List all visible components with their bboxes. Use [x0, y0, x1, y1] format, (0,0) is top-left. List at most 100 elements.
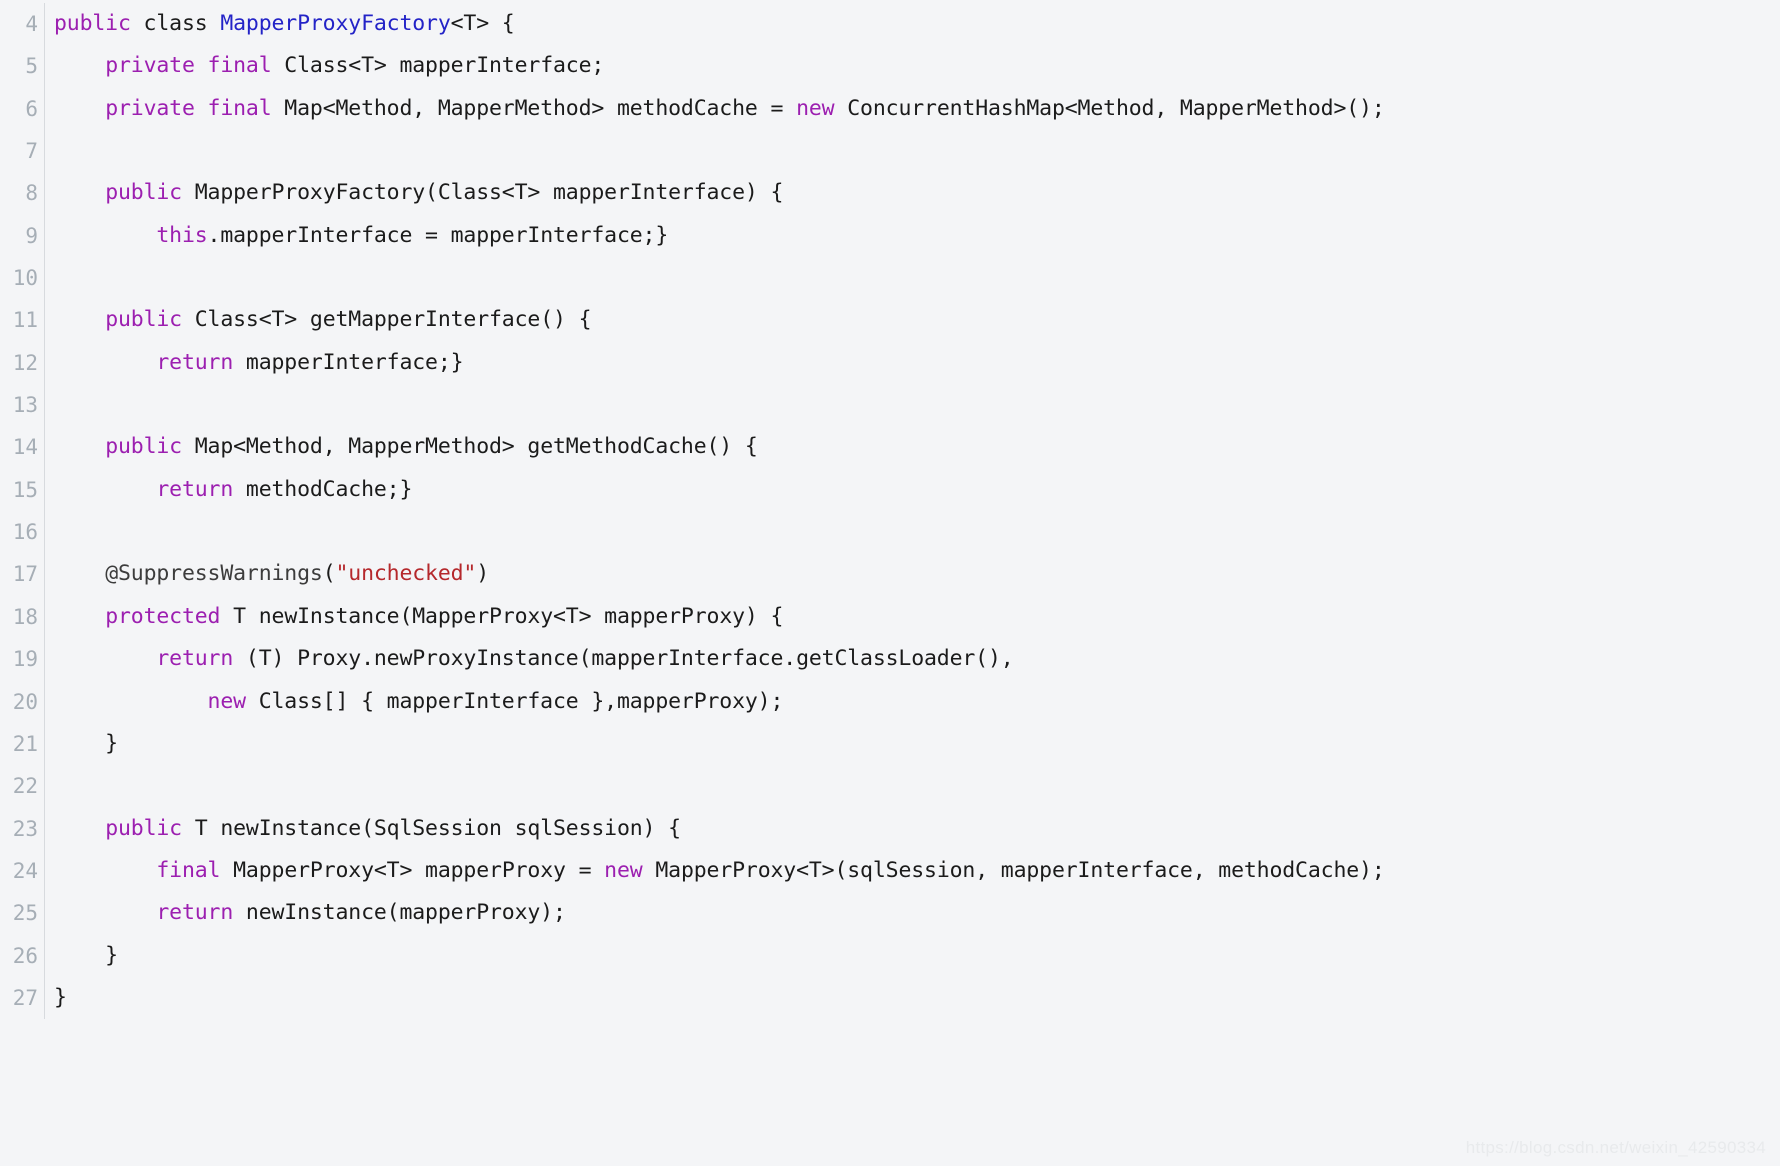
code-token: new: [796, 95, 835, 121]
code-line-list[interactable]: 4 public class MapperProxyFactory<T> {5 p…: [0, 3, 1780, 1020]
code-token: return: [156, 476, 234, 502]
code-token: T newInstance(SqlSession sqlSession) {: [181, 815, 681, 841]
line-number: 25: [12, 901, 38, 926]
code-token: class: [130, 11, 221, 36]
code-line-content[interactable]: return (T) Proxy.newProxyInstance(mapper…: [45, 638, 1780, 680]
code-token: Map<Method, MapperMethod> getMethodCache…: [181, 434, 758, 460]
code-token: @SuppressWarnings: [105, 561, 323, 587]
code-line[interactable]: 18 protected T newInstance(MapperProxy<T…: [0, 595, 1780, 639]
line-number: 16: [12, 520, 38, 545]
code-line-content[interactable]: public class MapperProxyFactory<T> {: [45, 3, 1780, 45]
code-line[interactable]: 6 private final Map<Method, MapperMethod…: [0, 87, 1780, 131]
gutter-divider: [44, 384, 45, 427]
code-line[interactable]: 9 this.mapperInterface = mapperInterface…: [0, 214, 1780, 258]
code-line[interactable]: 23 public T newInstance(SqlSession sqlSe…: [0, 807, 1780, 850]
code-line[interactable]: 15 return methodCache;}: [0, 468, 1780, 512]
code-token: public: [105, 434, 182, 460]
code-token: private final: [105, 53, 272, 79]
code-line[interactable]: 19 return (T) Proxy.newProxyInstance(map…: [0, 638, 1780, 681]
code-token: Class[] { mapperInterface },mapperProxy)…: [245, 688, 784, 714]
code-token: public: [105, 180, 182, 206]
code-line-content[interactable]: }: [45, 977, 1780, 1019]
code-line[interactable]: 25 return newInstance(mapperProxy);: [0, 892, 1780, 935]
code-line[interactable]: 27}: [0, 976, 1780, 1020]
line-number: 21: [12, 731, 38, 756]
code-token: public: [105, 307, 182, 333]
code-token: (: [322, 561, 336, 587]
code-line[interactable]: 16: [0, 511, 1780, 554]
code-line-content[interactable]: protected T newInstance(MapperProxy<T> m…: [45, 596, 1780, 638]
code-token: ConcurrentHashMap<Method, MapperMethod>(…: [834, 95, 1385, 121]
line-number: 5: [25, 54, 38, 79]
code-token: new: [604, 857, 643, 883]
code-line-content[interactable]: public Map<Method, MapperMethod> getMeth…: [45, 426, 1780, 468]
code-line-content[interactable]: @SuppressWarnings("unchecked"): [45, 553, 1780, 595]
line-number: 19: [12, 647, 38, 672]
code-line-content[interactable]: public Class<T> getMapperInterface() {: [45, 299, 1780, 341]
line-number: 18: [12, 604, 38, 629]
line-number: 8: [25, 181, 38, 206]
line-number: 14: [12, 435, 38, 460]
code-line[interactable]: 26 }: [0, 934, 1780, 977]
code-token: .mapperInterface = mapperInterface;}: [207, 222, 669, 248]
code-line-content[interactable]: return newInstance(mapperProxy);: [45, 892, 1780, 934]
code-line[interactable]: 24 final MapperProxy<T> mapperProxy = ne…: [0, 849, 1780, 893]
code-line[interactable]: 22: [0, 765, 1780, 808]
line-number: 6: [25, 96, 38, 121]
code-token: mapperInterface;}: [233, 349, 464, 375]
code-token: ): [476, 561, 490, 587]
code-token: final: [156, 857, 221, 883]
code-line-content[interactable]: this.mapperInterface = mapperInterface;}: [45, 215, 1780, 257]
line-number: 27: [12, 985, 38, 1010]
line-number: 24: [12, 858, 38, 883]
gutter-divider: [44, 130, 45, 173]
line-number: 23: [12, 816, 38, 841]
code-line-content[interactable]: }: [45, 723, 1780, 765]
code-line-content[interactable]: private final Class<T> mapperInterface;: [45, 45, 1780, 87]
code-line[interactable]: 21 }: [0, 722, 1780, 766]
watermark-text: https://blog.csdn.net/weixin_42590334: [1465, 1138, 1766, 1157]
line-number: 22: [12, 774, 38, 799]
line-number: 26: [12, 943, 38, 968]
code-token: }: [54, 730, 118, 756]
code-line-content[interactable]: final MapperProxy<T> mapperProxy = new M…: [45, 850, 1780, 892]
gutter-divider: [44, 765, 45, 808]
code-line-content[interactable]: public MapperProxyFactory(Class<T> mappe…: [45, 172, 1780, 214]
code-line[interactable]: 14 public Map<Method, MapperMethod> getM…: [0, 426, 1780, 469]
line-number: 20: [12, 689, 38, 714]
code-token: new: [207, 688, 247, 714]
code-line-content[interactable]: }: [45, 935, 1780, 977]
code-line[interactable]: 8 public MapperProxyFactory(Class<T> map…: [0, 172, 1780, 215]
code-token: public: [54, 11, 131, 36]
code-line[interactable]: 7: [0, 130, 1780, 173]
code-line[interactable]: 13: [0, 384, 1780, 427]
code-line[interactable]: 20 new Class[] { mapperInterface },mappe…: [0, 680, 1780, 723]
code-line-content[interactable]: return mapperInterface;}: [45, 342, 1780, 384]
gutter-divider: [44, 257, 45, 300]
code-line[interactable]: 5 private final Class<T> mapperInterface…: [0, 45, 1780, 88]
code-line[interactable]: 17 @SuppressWarnings("unchecked"): [0, 553, 1780, 596]
line-number: 15: [12, 477, 38, 502]
code-line[interactable]: 10: [0, 257, 1780, 300]
code-line[interactable]: 12 return mapperInterface;}: [0, 341, 1780, 385]
code-token: newInstance(mapperProxy);: [233, 900, 566, 926]
code-line-content[interactable]: return methodCache;}: [45, 469, 1780, 511]
code-viewer[interactable]: 4 public class MapperProxyFactory<T> {5 p…: [0, 0, 1780, 1166]
code-line-content[interactable]: public T newInstance(SqlSession sqlSessi…: [45, 808, 1780, 850]
code-token: return: [156, 349, 234, 375]
code-token: private final: [105, 95, 272, 121]
line-number: 11: [12, 308, 38, 333]
code-token: this: [156, 222, 208, 248]
code-line-content[interactable]: new Class[] { mapperInterface },mapperPr…: [45, 681, 1780, 723]
line-number: 7: [25, 139, 38, 164]
code-line-content[interactable]: private final Map<Method, MapperMethod> …: [45, 88, 1780, 130]
code-line[interactable]: 11 public Class<T> getMapperInterface() …: [0, 299, 1780, 342]
code-line[interactable]: 4 public class MapperProxyFactory<T> {: [0, 3, 1780, 46]
